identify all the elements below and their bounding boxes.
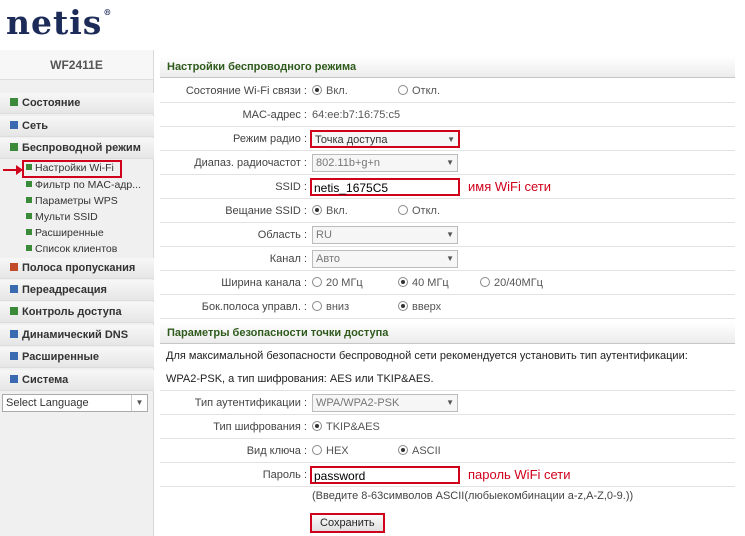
password-hint: (Введите 8-63символов ASCII(любыекомбина… [312,490,634,502]
save-button[interactable]: Сохранить [310,513,385,533]
row-key-type: Вид ключа : HEX ASCII [160,439,735,463]
client-list-icon [26,245,32,252]
sidebar-item-ddns[interactable]: Динамический DNS [0,325,154,346]
chevron-down-icon: ▼ [446,398,454,407]
row-auth: Тип аутентификации : WPA/WPA2-PSK ▼ [160,391,735,415]
broadcast-on[interactable]: Вкл. [312,199,348,223]
annotation-highlight-active [22,160,122,178]
cipher-option[interactable]: TKIP&AES [312,415,380,439]
wireless-icon [10,143,18,152]
header: netis® [0,0,745,50]
model-name: WF2411E [0,50,153,80]
multi-ssid-icon [26,213,32,220]
advanced-menu-icon [10,352,18,361]
password-annotation: пароль WiFi сети [468,467,571,482]
sideband-up[interactable]: вверх [398,295,441,319]
broadcast-label: Вещание SSID : [225,205,307,217]
sidebar-item-bandwidth[interactable]: Полоса пропускания [0,258,154,279]
sidebar-item-advanced[interactable]: Расширенные [0,347,154,368]
row-ssid: SSID : netis_1675C5 имя WiFi сети [160,175,735,199]
chevron-down-icon: ▼ [131,395,147,411]
region-select[interactable]: RU ▼ [312,226,458,244]
chevron-down-icon: ▼ [447,135,455,144]
sidebar-item-network[interactable]: Сеть [0,116,154,137]
row-mac: MAC-адрес : 64:ee:b7:16:75:c5 [160,103,735,127]
key-type-label: Вид ключа : [246,445,307,457]
width-40[interactable]: 40 МГц [398,271,449,295]
region-label: Область : [257,229,307,241]
key-ascii[interactable]: ASCII [398,439,441,463]
advanced-icon [26,229,32,236]
subitem-advanced[interactable]: Расширенные [0,225,154,241]
mac-filter-icon [26,181,32,188]
row-wifi-status: Состояние Wi-Fi связи : Вкл. Откл. [160,79,735,103]
chevron-down-icon: ▼ [446,230,454,239]
sideband-down[interactable]: вниз [312,295,349,319]
width-20[interactable]: 20 МГц [312,271,363,295]
auth-label: Тип аутентификации : [194,397,307,409]
mac-label: MAC-адрес : [242,109,308,121]
channel-label: Канал : [269,253,307,265]
sidebar-item-forwarding[interactable]: Переадресация [0,280,154,301]
channel-width-label: Ширина канала : [221,277,307,289]
forwarding-icon [10,285,18,294]
sideband-label: Бок.полоса управл. : [201,301,307,313]
password-label: Пароль : [262,469,307,481]
language-select[interactable]: Select Language ▼ [2,394,148,412]
security-notice-2: WPA2-PSK, а тип шифрования: AES или TKIP… [160,373,735,391]
row-region: Область : RU ▼ [160,223,735,247]
cipher-label: Тип шифрования : [213,421,307,433]
row-broadcast: Вещание SSID : Вкл. Откл. [160,199,735,223]
radio-mode-label: Режим радио : [233,133,307,145]
ddns-icon [10,330,18,339]
security-section-title: Параметры безопасности точки доступа [160,322,735,344]
sidebar-item-system[interactable]: Система [0,370,154,391]
row-radio-mode: Режим радио : Точка доступа ▼ [160,127,735,151]
security-notice-1: Для максимальной безопасности беспроводн… [166,350,688,362]
chevron-down-icon: ▼ [446,158,454,167]
subitem-client-list[interactable]: Список клиентов [0,241,154,257]
radio-mode-select[interactable]: Точка доступа ▼ [310,130,460,148]
row-channel: Канал : Авто ▼ [160,247,735,271]
wifi-status-label: Состояние Wi-Fi связи : [185,85,307,97]
band-label: Диапаз. радиочастот : [194,157,307,169]
wireless-section-title: Настройки беспроводного режима [160,56,735,78]
brand-logo: netis® [6,3,113,42]
sidebar-item-status[interactable]: Состояние [0,93,154,114]
row-password: Пароль : password пароль WiFi сети [160,463,735,487]
system-icon [10,375,18,384]
wifi-status-off[interactable]: Откл. [398,79,440,103]
ssid-label: SSID : [275,181,307,193]
ssid-input[interactable]: netis_1675C5 [310,178,460,196]
row-cipher: Тип шифрования : TKIP&AES [160,415,735,439]
wifi-status-on[interactable]: Вкл. [312,79,348,103]
ssid-annotation: имя WiFi сети [468,179,551,194]
subitem-wps[interactable]: Параметры WPS [0,193,154,209]
row-channel-width: Ширина канала : 20 МГц 40 МГц 20/40МГц [160,271,735,295]
password-input[interactable]: password [310,466,460,484]
mac-value: 64:ee:b7:16:75:c5 [312,109,401,121]
network-icon [10,121,18,130]
subitem-multi-ssid[interactable]: Мульти SSID [0,209,154,225]
access-control-icon [10,307,18,316]
auth-select[interactable]: WPA/WPA2-PSK ▼ [312,394,458,412]
chevron-down-icon: ▼ [446,254,454,263]
width-20-40[interactable]: 20/40МГц [480,271,543,295]
wps-icon [26,197,32,204]
red-arrow-icon [3,165,23,175]
bandwidth-icon [10,263,18,272]
sidebar-item-wireless[interactable]: Беспроводной режим [0,138,154,159]
sidebar: WF2411E Состояние Сеть Беспроводной режи… [0,50,154,536]
band-select[interactable]: 802.11b+g+n ▼ [312,154,458,172]
row-sideband: Бок.полоса управл. : вниз вверх [160,295,735,319]
row-band: Диапаз. радиочастот : 802.11b+g+n ▼ [160,151,735,175]
key-hex[interactable]: HEX [312,439,349,463]
channel-select[interactable]: Авто ▼ [312,250,458,268]
status-icon [10,98,18,107]
broadcast-off[interactable]: Откл. [398,199,440,223]
subitem-mac-filter[interactable]: Фильтр по MAC-адр... [0,177,154,193]
sidebar-item-access-control[interactable]: Контроль доступа [0,302,154,323]
